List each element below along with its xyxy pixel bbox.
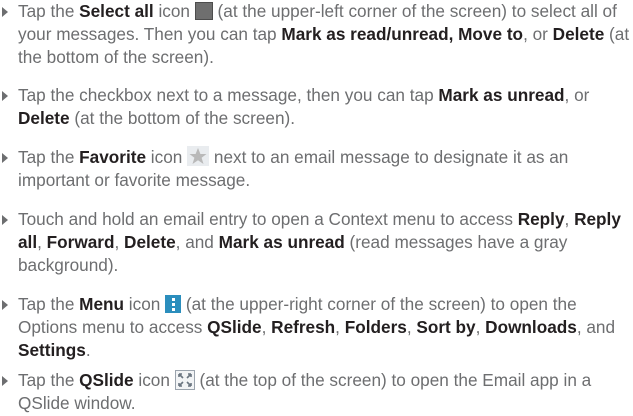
item-text: Tap the Menu icon (at the upper-right co… xyxy=(18,294,616,360)
item-text: Tap the Select all icon (at the upper-le… xyxy=(18,1,630,67)
bullet-icon xyxy=(2,91,8,101)
bullet-icon xyxy=(2,215,8,225)
item-text: Tap the Favorite icon next to an email m… xyxy=(18,146,569,190)
list-item: Tap the checkbox next to a message, then… xyxy=(0,84,630,130)
list-item: Tap the Favorite icon next to an email m… xyxy=(0,146,630,192)
qslide-icon xyxy=(174,370,195,390)
bullet-icon xyxy=(2,153,8,163)
item-text: Touch and hold an email entry to open a … xyxy=(18,209,621,275)
menu-icon xyxy=(165,295,182,313)
item-text: Tap the checkbox next to a message, then… xyxy=(18,85,590,128)
bullet-icon xyxy=(2,7,8,17)
item-text: Tap the QSlide icon (at the top of the s… xyxy=(18,370,592,413)
bullet-icon xyxy=(2,376,8,386)
instructions-page: Tap the Select all icon (at the upper-le… xyxy=(0,0,633,416)
star-icon xyxy=(187,146,210,166)
select-all-icon xyxy=(194,2,213,20)
list-item: Tap the Select all icon (at the upper-le… xyxy=(0,0,630,69)
list-item: Tap the Menu icon (at the upper-right co… xyxy=(0,293,630,362)
list-item: Tap the QSlide icon (at the top of the s… xyxy=(0,369,630,415)
bullet-icon xyxy=(2,300,8,310)
list-item: Touch and hold an email entry to open a … xyxy=(0,208,630,277)
